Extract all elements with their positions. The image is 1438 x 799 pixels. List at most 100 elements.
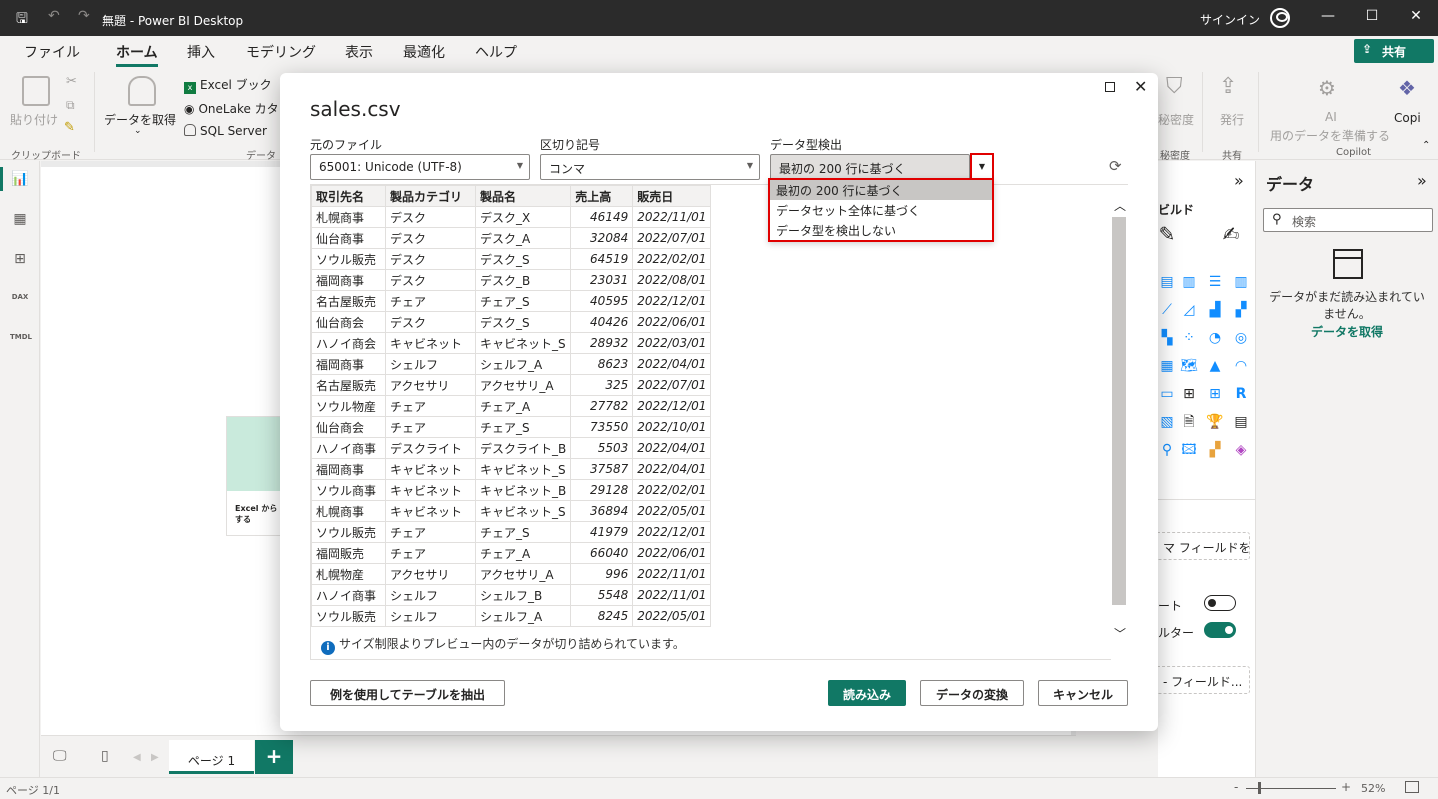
share-button[interactable]: ⇪ 共有 — [1354, 39, 1434, 63]
sql-server-button[interactable]: SQL Server — [184, 124, 267, 138]
tab-view[interactable]: 表示 — [345, 42, 373, 62]
minimize-icon[interactable]: — — [1318, 8, 1338, 24]
image-icon[interactable]: 🖾 — [1180, 441, 1198, 459]
kpi-icon[interactable]: ▧ — [1158, 413, 1176, 431]
add-page-button[interactable]: + — [255, 740, 293, 774]
format-painter-icon[interactable]: ✎ — [64, 120, 75, 135]
load-button[interactable]: 読み込み — [828, 680, 906, 706]
cancel-button[interactable]: キャンセル — [1038, 680, 1128, 706]
redo-icon[interactable]: ↷ — [78, 8, 90, 24]
add-fields-dropzone[interactable]: マ フィールドを... — [1154, 532, 1250, 560]
data-search-input[interactable]: ⚲ 検索 — [1263, 208, 1433, 232]
metrics-icon[interactable]: ▤ — [1232, 413, 1250, 431]
scatter-chart-icon[interactable]: ⁘ — [1180, 329, 1198, 347]
treemap-icon[interactable]: ▦ — [1158, 357, 1176, 375]
prev-page-icon[interactable]: ◀ — [133, 752, 141, 763]
tab-help[interactable]: ヘルプ — [475, 42, 517, 62]
preview-scrollbar[interactable]: ︿ ﹀ — [1111, 185, 1128, 660]
close-dialog-icon[interactable]: ✕ — [1134, 77, 1147, 96]
zoom-in-button[interactable]: + — [1341, 780, 1351, 794]
toggle-2[interactable] — [1204, 622, 1236, 638]
desktop-layout-icon[interactable]: 🖵 — [53, 748, 67, 764]
tab-insert[interactable]: 挿入 — [187, 42, 215, 62]
line-column-chart-icon[interactable]: ▟ — [1206, 301, 1224, 319]
waterfall-chart-icon[interactable]: ▚ — [1158, 329, 1176, 347]
refresh-preview-icon[interactable]: ⟳ — [1109, 157, 1122, 175]
sensitivity-icon[interactable]: ⛉ — [1166, 74, 1183, 99]
tmdl-view-icon[interactable]: TMDL — [10, 333, 32, 341]
power-apps-icon[interactable]: ◈ — [1232, 441, 1250, 459]
card-icon[interactable]: ▭ — [1158, 385, 1176, 403]
model-view-icon[interactable]: ⊞ — [10, 251, 30, 267]
maximize-dialog-icon[interactable] — [1105, 82, 1115, 92]
tab-modeling[interactable]: モデリング — [246, 42, 316, 62]
tab-optimize[interactable]: 最適化 — [403, 42, 445, 62]
collapse-ribbon-icon[interactable]: ⌃ — [1422, 140, 1430, 151]
tab-file[interactable]: ファイル — [24, 42, 80, 62]
delimiter-select[interactable]: コンマ ▼ — [540, 154, 760, 180]
save-icon[interactable]: 🖫 — [16, 8, 28, 32]
gauge-icon[interactable]: ◠ — [1232, 357, 1250, 375]
sensitivity-button[interactable]: 秘密度 — [1158, 111, 1194, 128]
signin-link[interactable]: サインイン — [1200, 11, 1260, 28]
donut-chart-icon[interactable]: ◎ — [1232, 329, 1250, 347]
stacked-bar-chart-icon[interactable]: ▤ — [1158, 273, 1176, 291]
clustered-column-chart-icon[interactable]: ▥ — [1232, 273, 1250, 291]
publish-icon[interactable]: ⇪ — [1219, 74, 1237, 99]
drillthrough-fields-dropzone[interactable]: - フィールド... — [1154, 666, 1250, 694]
matrix-icon[interactable]: ⊞ — [1206, 385, 1224, 403]
area-chart-icon[interactable]: ◿ — [1180, 301, 1198, 319]
page-tab-1[interactable]: ページ 1 — [169, 740, 254, 774]
maximize-icon[interactable]: ☐ — [1362, 8, 1382, 24]
publish-button[interactable]: 発行 — [1220, 111, 1244, 128]
azure-map-icon[interactable]: ▲ — [1206, 357, 1224, 375]
fit-to-page-icon[interactable] — [1405, 781, 1419, 793]
table-view-icon[interactable]: ▦ — [10, 211, 30, 227]
get-data-link[interactable]: データを取得 — [1267, 323, 1427, 340]
line-chart-icon[interactable]: ⟋ — [1158, 301, 1176, 319]
avatar-icon[interactable] — [1270, 8, 1290, 28]
stacked-column-chart-icon[interactable]: ▥ — [1180, 273, 1198, 291]
cut-icon[interactable]: ✂ — [66, 74, 77, 89]
dropdown-option[interactable]: 最初の 200 行に基づく — [770, 180, 992, 200]
type-detection-select[interactable]: 最初の 200 行に基づく — [770, 154, 970, 180]
map-icon[interactable]: 🗺 — [1180, 357, 1198, 375]
next-page-icon[interactable]: ▶ — [151, 752, 159, 763]
scroll-down-icon[interactable]: ﹀ — [1114, 625, 1126, 642]
extract-table-using-examples-button[interactable]: 例を使用してテーブルを抽出 — [310, 680, 505, 706]
build-visual-icon[interactable]: ✎ — [1158, 224, 1176, 244]
slicer-icon[interactable]: ⚲ — [1158, 441, 1176, 459]
prepare-data-ai-button[interactable]: 用のデータを準備する — [1270, 127, 1390, 144]
scroll-up-icon[interactable]: ︿ — [1114, 197, 1126, 214]
scrollbar-thumb[interactable] — [1112, 217, 1126, 605]
zoom-slider-thumb[interactable] — [1258, 782, 1261, 794]
decomposition-tree-icon[interactable]: ▞ — [1206, 441, 1224, 459]
copilot-button[interactable]: Copi — [1394, 111, 1421, 125]
clustered-bar-chart-icon[interactable]: ☰ — [1206, 273, 1224, 291]
copy-icon[interactable]: ⧉ — [66, 98, 75, 113]
onelake-catalog-button[interactable]: ◉ OneLake カタロ — [184, 100, 291, 117]
toggle-1[interactable] — [1204, 595, 1236, 611]
chevron-down-icon[interactable]: ⌄ — [134, 126, 142, 136]
get-data-icon[interactable] — [128, 76, 156, 106]
trophy-icon[interactable]: 🏆 — [1206, 413, 1224, 431]
type-detection-dropdown-button[interactable]: ▼ — [970, 153, 994, 181]
tab-home[interactable]: ホーム — [116, 42, 158, 67]
mobile-layout-icon[interactable]: ▯ — [101, 748, 109, 764]
r-visual-icon[interactable]: R — [1232, 385, 1250, 403]
paginated-report-icon[interactable]: 🗎 — [1180, 413, 1198, 431]
paste-icon[interactable] — [22, 76, 50, 106]
excel-workbook-button[interactable]: x Excel ブック — [184, 76, 272, 94]
paste-button[interactable]: 貼り付け — [10, 111, 58, 128]
table-visual-icon[interactable]: ⊞ — [1180, 385, 1198, 403]
file-origin-select[interactable]: 65001: Unicode (UTF-8) ▼ — [310, 154, 530, 180]
copilot-icon[interactable]: ❖ — [1398, 76, 1416, 100]
dropdown-option[interactable]: データセット全体に基づく — [770, 200, 992, 220]
close-window-icon[interactable]: ✕ — [1406, 8, 1426, 24]
collapse-pane-icon[interactable]: » — [1234, 171, 1244, 190]
ribbon-chart-icon[interactable]: ▞ — [1232, 301, 1250, 319]
report-view-icon[interactable]: 📊 — [0, 167, 30, 191]
undo-icon[interactable]: ↶ — [48, 8, 60, 24]
collapse-pane-icon[interactable]: » — [1417, 171, 1427, 190]
zoom-out-button[interactable]: - — [1234, 780, 1238, 794]
